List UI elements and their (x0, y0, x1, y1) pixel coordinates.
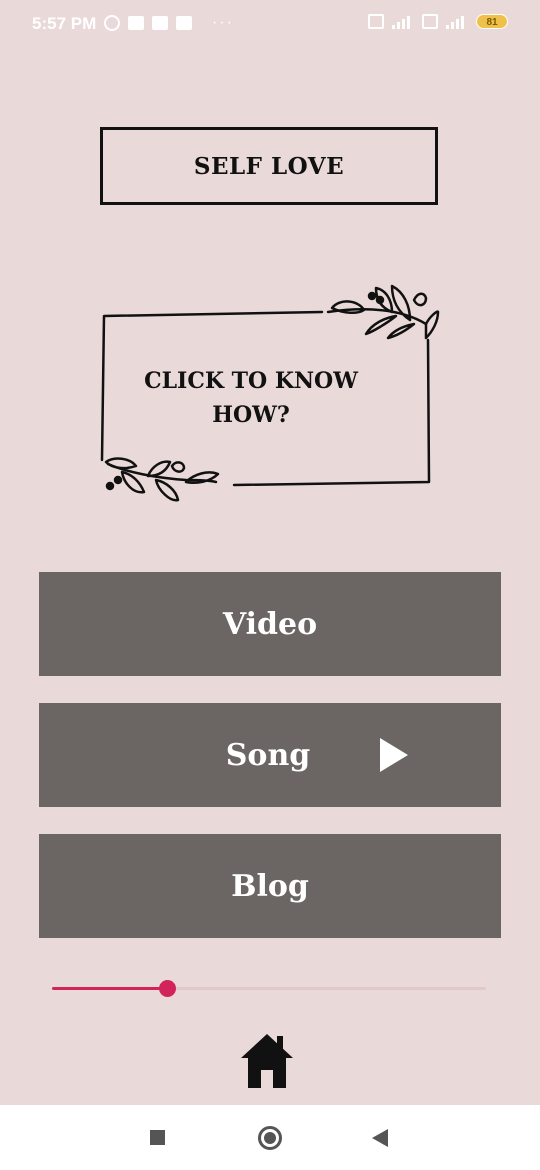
more-notifications-dots: ··· (212, 14, 234, 31)
video-button-label: Video (222, 606, 318, 642)
page-title: SELF LOVE (193, 152, 345, 180)
message-icon (176, 16, 192, 30)
click-to-know-line1: CLICK TO KNOW (144, 368, 358, 394)
home-circle-icon[interactable] (258, 1126, 282, 1150)
click-to-know-text[interactable]: CLICK TO KNOW HOW? (120, 364, 382, 432)
back-icon[interactable] (372, 1129, 388, 1147)
home-icon[interactable] (239, 1030, 295, 1090)
volte-icon (368, 14, 384, 29)
blog-button-label: Blog (231, 868, 309, 904)
alarm-icon (104, 15, 120, 31)
system-nav-bar (0, 1105, 540, 1170)
page-title-box: SELF LOVE (100, 127, 438, 205)
signal-icon (392, 14, 414, 29)
slider-thumb[interactable] (159, 980, 177, 997)
volte-icon (422, 14, 438, 29)
signal-icon (446, 14, 468, 29)
click-to-know-line2: HOW? (212, 402, 290, 428)
battery-icon: 81 (476, 14, 508, 29)
click-to-know-card[interactable]: CLICK TO KNOW HOW? (96, 280, 446, 520)
slider-fill (52, 987, 168, 990)
notification-icons: ··· (104, 14, 234, 32)
recent-apps-icon[interactable] (150, 1130, 165, 1145)
message-icon (128, 16, 144, 30)
video-button[interactable]: Video (39, 572, 501, 676)
status-time: 5:57 PM (32, 14, 97, 33)
audio-progress-slider[interactable] (52, 978, 486, 998)
message-icon (152, 16, 168, 30)
system-icons: 81 (368, 14, 508, 29)
status-bar: 5:57 PM ··· 81 (0, 0, 540, 48)
blog-button[interactable]: Blog (39, 834, 501, 938)
song-button-label: Song (225, 737, 311, 773)
song-button[interactable]: Song (39, 703, 501, 807)
play-icon[interactable] (380, 738, 408, 772)
